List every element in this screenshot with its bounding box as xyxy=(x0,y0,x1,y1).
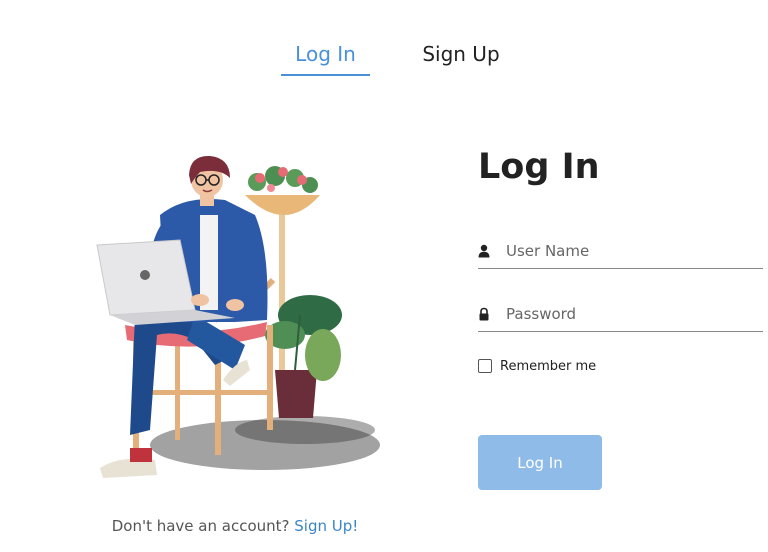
tab-signup[interactable]: Sign Up xyxy=(415,38,507,74)
person-with-laptop-illustration xyxy=(96,155,380,478)
auth-tabs: Log In Sign Up xyxy=(0,38,768,78)
signup-prompt: Don't have an account? Sign Up! xyxy=(0,517,470,535)
password-field xyxy=(478,299,763,332)
user-icon xyxy=(478,244,490,258)
remember-me-label[interactable]: Remember me xyxy=(500,358,596,375)
form-title: Log In xyxy=(478,147,600,187)
login-button[interactable]: Log In xyxy=(478,435,602,490)
remember-me-checkbox[interactable] xyxy=(478,359,492,373)
lock-icon xyxy=(479,307,489,321)
signup-link[interactable]: Sign Up! xyxy=(294,517,358,535)
username-input[interactable] xyxy=(506,236,756,266)
signup-prompt-text: Don't have an account? xyxy=(111,517,290,535)
username-field xyxy=(478,236,763,269)
tab-login[interactable]: Log In xyxy=(281,38,370,76)
password-input[interactable] xyxy=(506,299,756,329)
